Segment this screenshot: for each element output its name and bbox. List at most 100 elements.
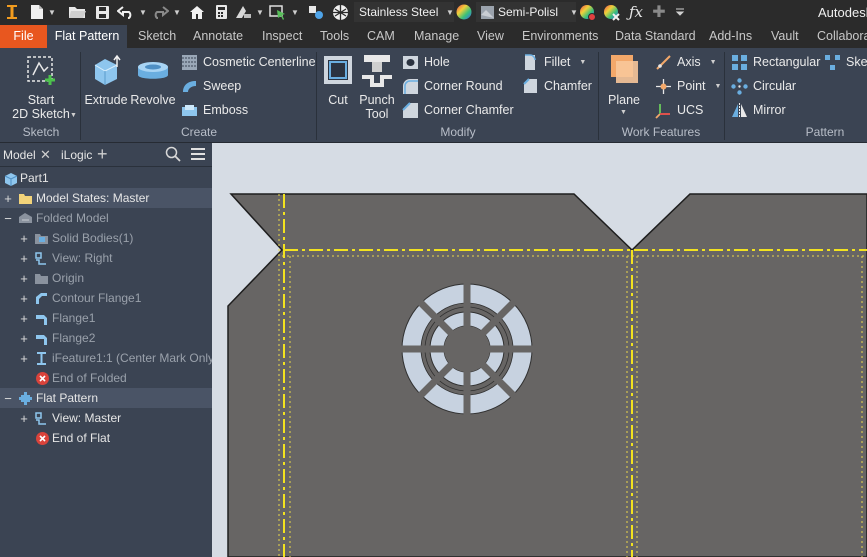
tree-item-end-of-flat[interactable]: End of Flat <box>0 428 212 448</box>
expand-plus-icon[interactable]: + <box>19 411 29 426</box>
emboss-button[interactable]: Emboss <box>181 100 248 120</box>
tree-item-flange1[interactable]: + Flange1 <box>0 308 212 328</box>
calculator-icon[interactable] <box>212 2 230 22</box>
appearance-value: Semi-Polisl <box>498 5 559 19</box>
expand-plus-icon[interactable]: + <box>19 231 29 246</box>
cosmetic-centerline-button[interactable]: Cosmetic Centerline <box>181 52 316 72</box>
collapse-minus-icon[interactable]: − <box>3 211 13 226</box>
tree-item-model-states[interactable]: + Model States: Master <box>0 188 212 208</box>
adjust-appearance-icon[interactable] <box>578 2 596 22</box>
material-dropdown[interactable]: Stainless Steel ▼ <box>354 2 454 22</box>
measure-icon[interactable]: ▼ <box>234 2 264 22</box>
mirror-button[interactable]: Mirror <box>731 100 786 120</box>
material-value: Stainless Steel <box>359 5 439 19</box>
tree-item-flange2[interactable]: + Flange2 <box>0 328 212 348</box>
circular-pattern-button[interactable]: Circular <box>731 76 796 96</box>
select-filter-icon[interactable]: ▼ <box>268 2 300 22</box>
close-icon[interactable]: ✕ <box>40 147 51 163</box>
tree-item-view-right[interactable]: + View: Right <box>0 248 212 268</box>
tree-item-contour-flange1[interactable]: + Contour Flange1 <box>0 288 212 308</box>
tab-flat-pattern[interactable]: Flat Pattern <box>47 25 127 48</box>
point-button[interactable]: Point ▼ <box>655 76 721 96</box>
expand-plus-icon[interactable]: + <box>19 271 29 286</box>
tab-view[interactable]: View <box>477 25 504 48</box>
tab-manage[interactable]: Manage <box>414 25 459 48</box>
add-tab-icon[interactable]: + <box>97 144 108 165</box>
inventor-logo-icon[interactable] <box>4 2 20 22</box>
sweep-button[interactable]: Sweep <box>181 76 241 96</box>
tree-item-folded-model[interactable]: − Folded Model <box>0 208 212 228</box>
axis-label: Axis <box>677 55 701 69</box>
add-plus-icon[interactable]: ✚ <box>651 2 667 22</box>
start-sketch-label-2: 2D Sketch <box>12 107 70 121</box>
tab-add-ins[interactable]: Add-Ins <box>709 25 752 48</box>
folder-icon <box>19 193 32 204</box>
tab-cam[interactable]: CAM <box>367 25 395 48</box>
plane-button[interactable]: Plane ▼ <box>602 53 646 116</box>
chamfer-icon <box>523 77 537 93</box>
axis-button[interactable]: Axis ▼ <box>655 52 717 72</box>
corner-chamfer-button[interactable]: Corner Chamfer <box>402 100 514 120</box>
tab-inspect[interactable]: Inspect <box>262 25 302 48</box>
tab-data-standard[interactable]: Data Standard <box>615 25 696 48</box>
sheet-metal-flat[interactable] <box>227 193 867 557</box>
chamfer-button[interactable]: Chamfer <box>522 76 592 96</box>
ucs-button[interactable]: UCS <box>655 100 703 120</box>
browser-tab-model[interactable]: Model <box>3 148 36 162</box>
extrude-button[interactable]: Extrude <box>84 53 128 107</box>
tab-vault[interactable]: Vault <box>771 25 799 48</box>
expand-plus-icon[interactable]: + <box>19 291 29 306</box>
hole-button[interactable]: Hole <box>402 52 450 72</box>
appearance-dropdown[interactable]: Semi-Polisl ▼ <box>476 2 578 22</box>
expand-plus-icon[interactable]: + <box>19 331 29 346</box>
vent-cutout-pattern[interactable] <box>400 282 534 416</box>
flat-pattern-icon <box>19 391 32 405</box>
appearance-color-icon[interactable] <box>455 2 473 22</box>
tree-item-origin[interactable]: + Origin <box>0 268 212 288</box>
collapse-minus-icon[interactable]: − <box>3 391 13 406</box>
expand-plus-icon[interactable]: + <box>3 191 13 206</box>
tree-item-solid-bodies[interactable]: + Solid Bodies(1) <box>0 228 212 248</box>
search-icon[interactable] <box>165 146 181 165</box>
tree-item-view-master[interactable]: + View: Master <box>0 408 212 428</box>
point-icon <box>656 78 671 94</box>
cut-button[interactable]: Cut <box>320 53 356 107</box>
panel-divider <box>724 52 725 140</box>
tab-tools[interactable]: Tools <box>320 25 349 48</box>
flat-pattern-canvas[interactable] <box>212 143 867 557</box>
customize-qat-icon[interactable] <box>672 2 688 22</box>
home-icon[interactable] <box>188 2 206 22</box>
fillet-button[interactable]: Fillet ▼ <box>522 52 586 72</box>
tree-item-ifeature1[interactable]: + iFeature1:1 (Center Mark Only) <box>0 348 218 368</box>
sketch-driven-pattern-button[interactable]: Sket <box>824 52 867 72</box>
rectangular-pattern-button[interactable]: Rectangular <box>731 52 820 72</box>
browser-tab-ilogic[interactable]: iLogic <box>61 148 92 162</box>
object-visibility-icon[interactable] <box>307 2 325 22</box>
tree-item-part1[interactable]: Part1 <box>0 168 212 188</box>
tree-item-flat-pattern[interactable]: − Flat Pattern <box>0 388 212 408</box>
panel-label-modify: Modify <box>440 125 476 139</box>
tree-item-end-of-folded[interactable]: End of Folded <box>0 368 212 388</box>
undo-icon[interactable]: ▼ <box>116 2 148 22</box>
parameters-fx-icon[interactable]: ƒx <box>626 2 646 22</box>
new-file-icon[interactable]: ▼ <box>30 2 56 22</box>
clear-appearance-icon[interactable] <box>602 2 620 22</box>
graphics-viewport[interactable] <box>212 143 867 557</box>
save-icon[interactable] <box>93 2 111 22</box>
hamburger-menu-icon[interactable] <box>190 147 206 164</box>
open-folder-icon[interactable] <box>67 2 87 22</box>
expand-plus-icon[interactable]: + <box>19 251 29 266</box>
tab-sketch[interactable]: Sketch <box>138 25 176 48</box>
tab-environments[interactable]: Environments <box>522 25 598 48</box>
tab-collaborate[interactable]: Collabora <box>817 25 867 48</box>
expand-plus-icon[interactable]: + <box>19 311 29 326</box>
tab-annotate[interactable]: Annotate <box>193 25 243 48</box>
corner-round-button[interactable]: Corner Round <box>402 76 503 96</box>
punch-tool-button[interactable]: Punch Tool <box>356 53 398 121</box>
tab-file[interactable]: File <box>0 25 47 48</box>
revolve-button[interactable]: Revolve <box>130 53 176 107</box>
expand-plus-icon[interactable]: + <box>19 351 29 366</box>
start-2d-sketch-button[interactable]: Start 2D Sketch ▼ <box>8 53 77 121</box>
redo-icon[interactable]: ▼ <box>150 2 182 22</box>
mesh-display-icon[interactable] <box>330 2 350 22</box>
